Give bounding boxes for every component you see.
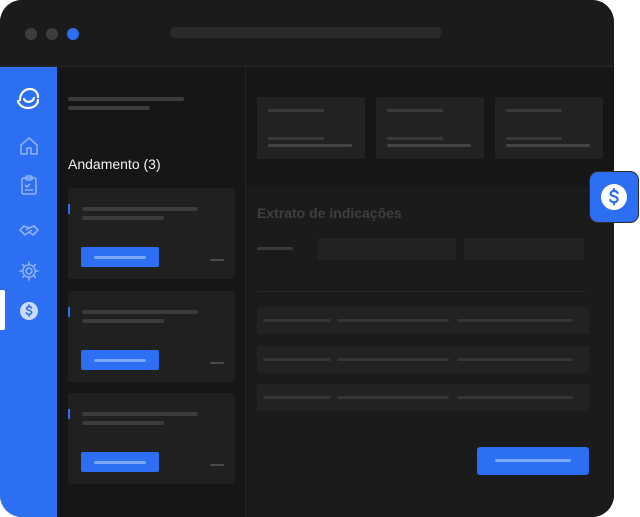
card-subtitle-placeholder (82, 319, 164, 323)
progress-card[interactable] (68, 291, 235, 382)
panel-heading-placeholder (68, 97, 184, 101)
card-accent (68, 409, 70, 419)
clipboard-icon (21, 175, 37, 195)
extrato-title: Extrato de indicações (257, 205, 402, 221)
window-control-minimize[interactable] (46, 28, 58, 40)
sidebar-item-finance[interactable] (16, 298, 42, 324)
filter-select[interactable] (464, 238, 584, 260)
card-subtitle-placeholder (82, 421, 164, 425)
stat-card (257, 97, 365, 159)
home-icon (20, 137, 38, 155)
card-status-placeholder (210, 259, 224, 261)
floating-dollar-button[interactable] (589, 171, 639, 223)
card-status-placeholder (210, 362, 224, 364)
primary-action-button[interactable] (477, 447, 589, 475)
card-action-button[interactable] (81, 350, 159, 370)
dollar-coin-icon (20, 302, 38, 320)
card-accent (68, 307, 70, 317)
handshake-icon (19, 225, 39, 236)
card-status-placeholder (210, 464, 224, 466)
sidebar-active-indicator (0, 290, 5, 330)
app-window: Andamento (3) Extrato de indicações (0, 0, 614, 517)
panel-subheading-placeholder (68, 106, 150, 110)
table-row[interactable] (257, 346, 589, 373)
window-control-maximize[interactable] (67, 28, 79, 40)
gear-icon (19, 261, 39, 281)
title-bar (0, 0, 614, 67)
card-action-button[interactable] (81, 452, 159, 472)
sidebar-item-settings[interactable] (16, 258, 42, 284)
address-bar[interactable] (170, 27, 442, 38)
card-accent (68, 204, 70, 214)
main-content: Extrato de indicações (246, 67, 614, 517)
card-subtitle-placeholder (82, 216, 164, 220)
app-logo-icon[interactable] (14, 83, 44, 113)
progress-card[interactable] (68, 393, 235, 484)
card-action-button[interactable] (81, 247, 159, 267)
sidebar (0, 67, 57, 517)
sidebar-item-home[interactable] (16, 133, 42, 159)
card-title-placeholder (82, 310, 198, 314)
section-divider (257, 291, 585, 292)
filter-input[interactable] (318, 238, 456, 260)
stat-card (495, 97, 603, 159)
window-control-close[interactable] (25, 28, 37, 40)
table-row[interactable] (257, 384, 589, 411)
table-row[interactable] (257, 307, 589, 334)
progress-panel: Andamento (3) (57, 67, 246, 517)
sidebar-item-partners[interactable] (16, 217, 42, 243)
dollar-coin-icon (601, 184, 627, 210)
card-title-placeholder (82, 412, 198, 416)
progress-card[interactable] (68, 188, 235, 279)
filter-label-placeholder (257, 247, 293, 250)
card-title-placeholder (82, 207, 198, 211)
sidebar-item-tasks[interactable] (16, 172, 42, 198)
stat-card (376, 97, 484, 159)
section-title: Andamento (3) (68, 156, 161, 172)
